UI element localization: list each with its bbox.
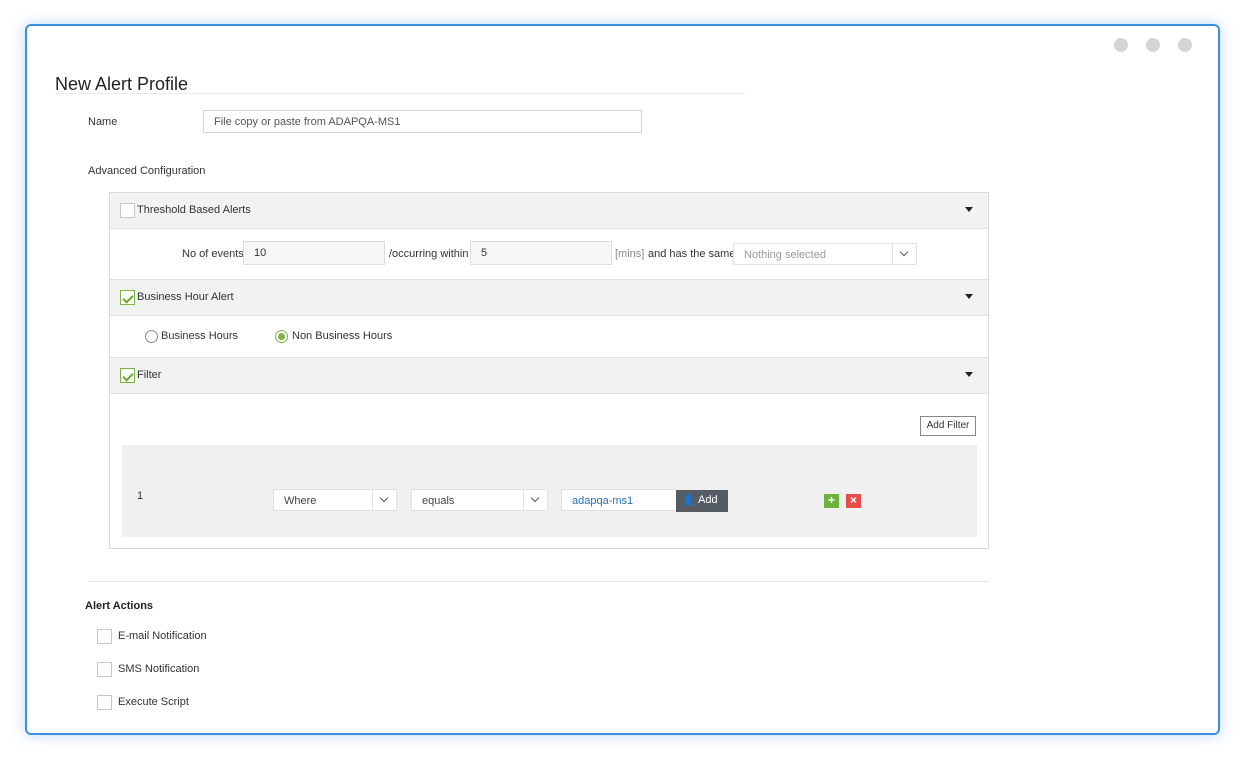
name-input[interactable] xyxy=(203,110,642,133)
filter-row-index: 1 xyxy=(137,490,144,502)
has-same-select[interactable]: Nothing selected xyxy=(733,243,917,265)
execute-script-label: Execute Script xyxy=(118,696,189,708)
filter-label: Filter xyxy=(137,369,162,381)
filter-operator-select[interactable]: equals xyxy=(411,489,548,511)
section-divider xyxy=(88,581,989,582)
window-dot-icon[interactable] xyxy=(1146,38,1160,52)
advanced-configuration-panel: Threshold Based Alerts No of events 10 /… xyxy=(109,192,989,549)
alert-actions-title: Alert Actions xyxy=(85,600,154,612)
email-notification-checkbox[interactable] xyxy=(97,629,112,644)
business-hours-radio-label: Business Hours xyxy=(161,330,239,342)
non-business-hours-radio[interactable] xyxy=(275,330,288,343)
mins-label: [mins] xyxy=(615,248,645,260)
window-dot-icon[interactable] xyxy=(1114,38,1128,52)
business-hours-radio[interactable] xyxy=(145,330,158,343)
remove-row-button[interactable]: × xyxy=(846,494,861,508)
business-hour-label: Business Hour Alert xyxy=(137,291,234,303)
non-business-hours-radio-label: Non Business Hours xyxy=(292,330,393,342)
caret-down-icon[interactable] xyxy=(965,372,973,377)
chevron-down-icon xyxy=(372,490,396,510)
no-of-events-input[interactable]: 10 xyxy=(243,241,385,265)
has-same-label: and has the same xyxy=(648,248,736,260)
add-row-button[interactable]: + xyxy=(824,494,839,508)
business-hour-section-header[interactable]: Business Hour Alert xyxy=(110,280,988,316)
add-button-label: Add xyxy=(698,494,718,506)
filter-row: 1 Where equals adapqa-ms1 👤 Add + × xyxy=(122,445,977,537)
occurring-within-input[interactable]: 5 xyxy=(470,241,612,265)
filter-value-text: adapqa-ms1 xyxy=(572,495,634,507)
add-user-icon: 👤 xyxy=(682,495,695,506)
page-title: New Alert Profile xyxy=(55,74,189,94)
window-controls xyxy=(1114,38,1192,52)
no-of-events-label: No of events xyxy=(182,248,244,260)
caret-down-icon[interactable] xyxy=(965,294,973,299)
has-same-select-value: Nothing selected xyxy=(744,249,826,261)
filter-field-select[interactable]: Where xyxy=(273,489,397,511)
chevron-down-icon xyxy=(523,490,547,510)
filter-field-value: Where xyxy=(284,495,317,507)
add-filter-button[interactable]: Add Filter xyxy=(920,416,976,436)
add-user-button[interactable]: 👤 Add xyxy=(676,490,728,512)
filter-section-header[interactable]: Filter xyxy=(110,358,988,394)
sms-notification-checkbox[interactable] xyxy=(97,662,112,677)
window-dot-icon[interactable] xyxy=(1178,38,1192,52)
filter-value-input[interactable]: adapqa-ms1 xyxy=(561,489,677,511)
sms-notification-label: SMS Notification xyxy=(118,663,200,675)
threshold-label: Threshold Based Alerts xyxy=(137,204,251,216)
occurring-within-label: /occurring within xyxy=(389,248,469,260)
filter-operator-value: equals xyxy=(422,495,455,507)
title-divider xyxy=(55,93,745,94)
execute-script-checkbox[interactable] xyxy=(97,695,112,710)
chevron-down-icon xyxy=(892,244,916,264)
threshold-section-header[interactable]: Threshold Based Alerts xyxy=(110,193,988,229)
business-hour-checkbox[interactable] xyxy=(120,290,135,305)
caret-down-icon[interactable] xyxy=(965,207,973,212)
name-label: Name xyxy=(88,116,118,128)
filter-checkbox[interactable] xyxy=(120,368,135,383)
email-notification-label: E-mail Notification xyxy=(118,630,207,642)
threshold-checkbox[interactable] xyxy=(120,203,135,218)
app-window: New Alert Profile Name Advanced Configur… xyxy=(25,24,1220,735)
advanced-configuration-label: Advanced Configuration xyxy=(88,165,206,177)
